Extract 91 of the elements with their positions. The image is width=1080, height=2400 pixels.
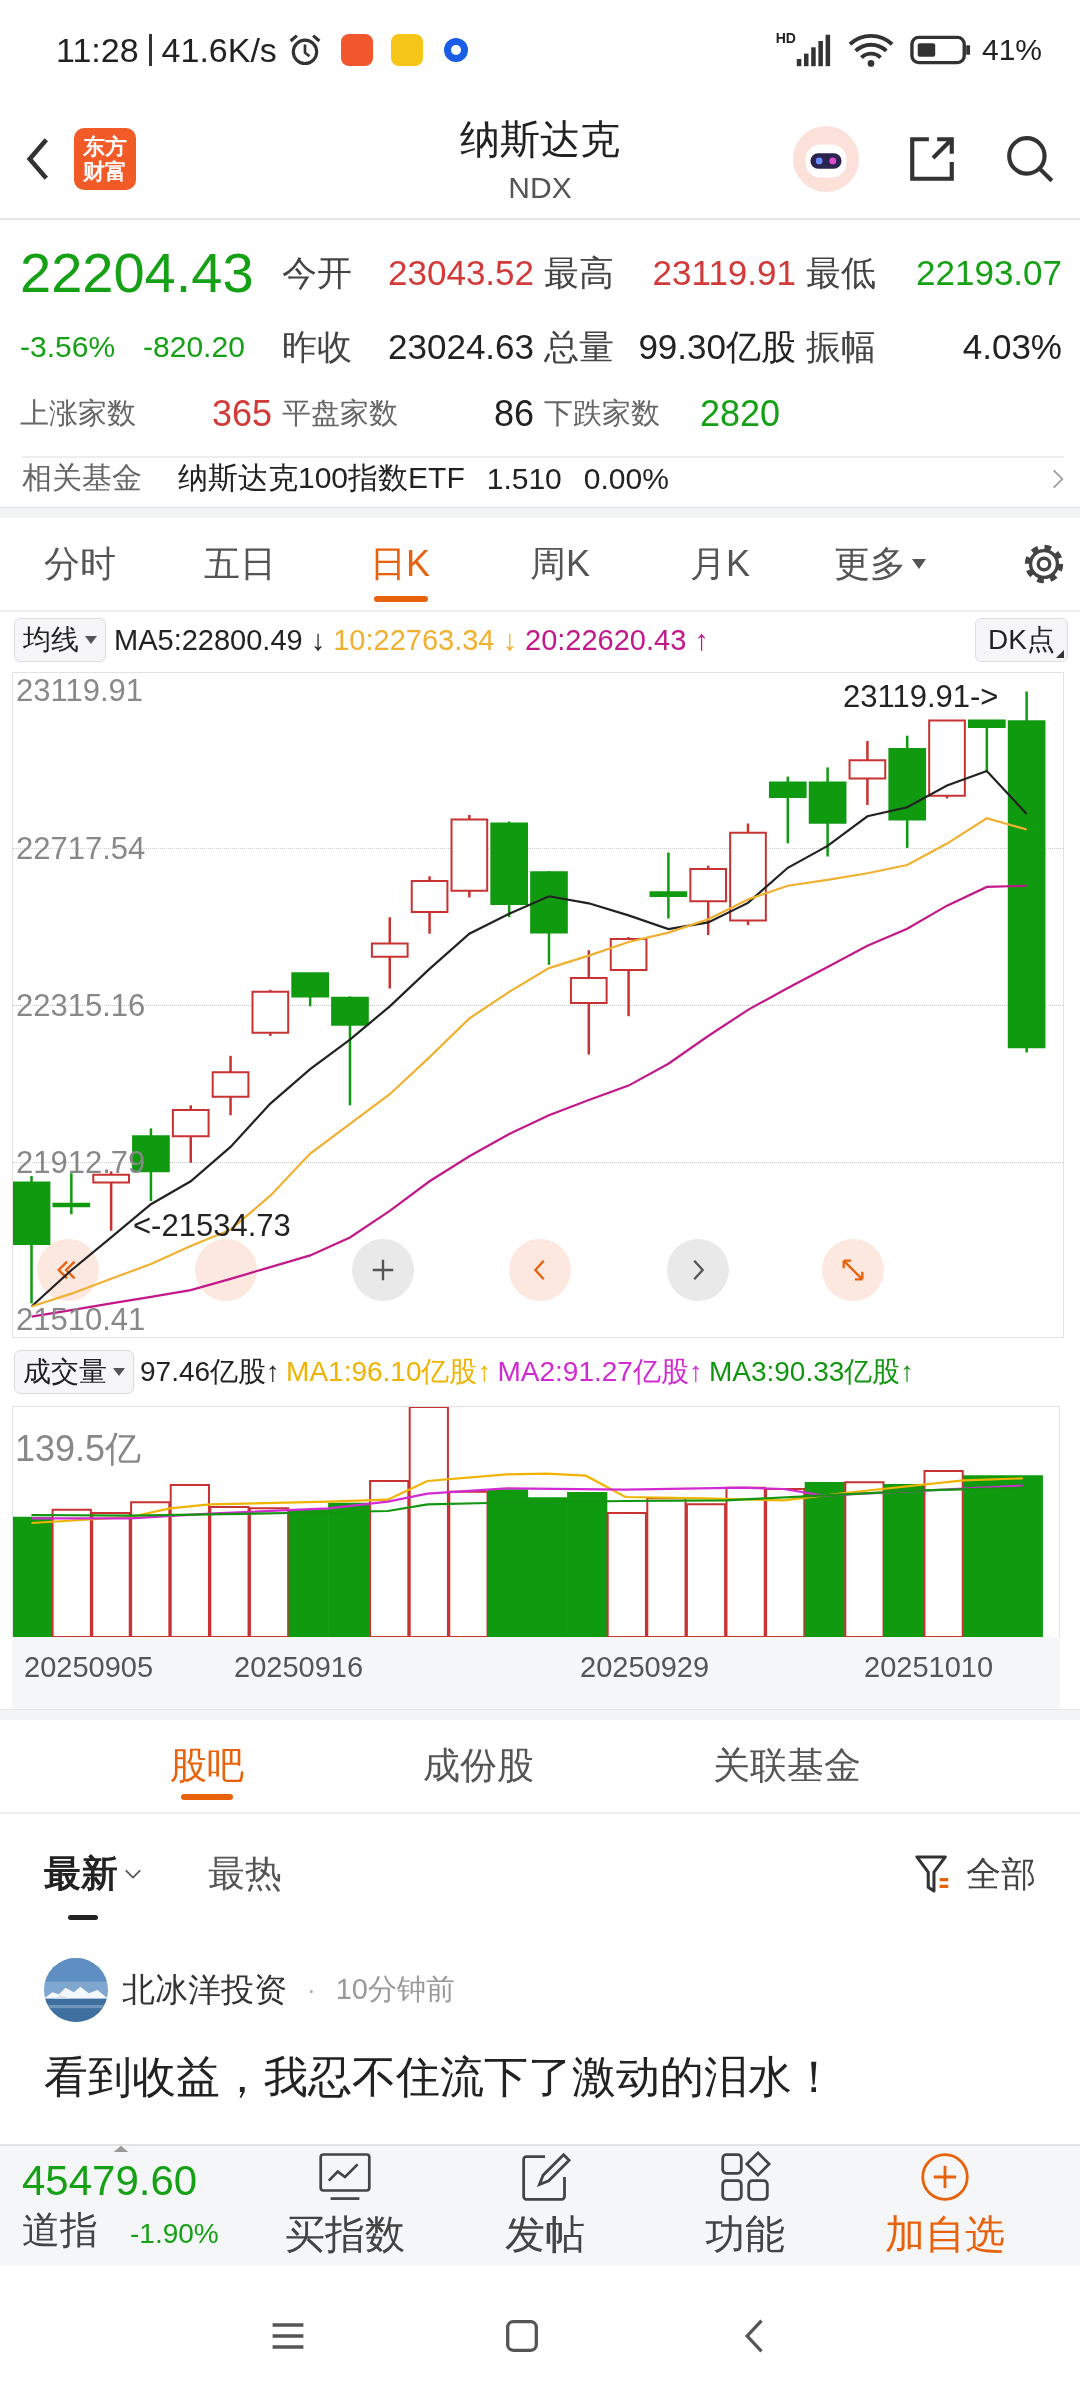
breadth-label: 下跌家数: [544, 396, 660, 431]
date-label: 20250905: [24, 1651, 154, 1684]
volume-value: MA2:91.27亿股↑: [497, 1355, 703, 1389]
status-time: 11:28: [56, 30, 139, 70]
page-title: 纳斯达克: [460, 116, 620, 163]
candlestick: [92, 1171, 130, 1231]
separator-dot: ·: [307, 1974, 316, 2006]
breadth-label: 平盘家数: [282, 396, 398, 431]
chart-tab[interactable]: 周K: [480, 518, 640, 610]
change-amount: -820.20: [143, 330, 245, 364]
candlestick: [370, 917, 409, 989]
breadth-value: 2820: [700, 393, 781, 435]
rewind-button[interactable]: [37, 1239, 99, 1301]
candlestick: [649, 852, 688, 919]
stat-label: 昨收: [282, 325, 352, 368]
date-label: 20250929: [580, 1651, 710, 1684]
stat-value: 23119.91: [652, 253, 796, 293]
action-button[interactable]: 买指数: [245, 2146, 445, 2266]
chart-tab[interactable]: 更多: [800, 518, 960, 610]
battery-level: 41%: [981, 33, 1042, 67]
divider-bar: [148, 34, 152, 66]
index-price: 22204.43: [20, 240, 255, 306]
stat-value: 22193.07: [916, 253, 1062, 293]
caret-icon[interactable]: [112, 2144, 130, 2153]
change-percent: -3.56%: [20, 330, 116, 364]
candlestick: [291, 972, 329, 1007]
index-name: 道指: [22, 2207, 98, 2253]
ma-value: 10:22763.34 ↓: [333, 623, 518, 657]
chart-tab[interactable]: 五日: [160, 518, 320, 610]
section-tab[interactable]: 关联基金: [712, 1720, 861, 1812]
stat-label: 最低: [806, 251, 876, 294]
breadth-value: 86: [493, 393, 534, 435]
indicator-selector[interactable]: 成交量: [14, 1350, 134, 1394]
search-icon[interactable]: [1004, 133, 1056, 185]
axis-label: 23119.91: [16, 675, 143, 707]
battery-icon: [909, 34, 972, 66]
fund-label: 相关基金: [22, 460, 142, 496]
robot-avatar-icon[interactable]: [792, 125, 860, 193]
axis-label: 139.5亿: [15, 1427, 142, 1471]
index-change: -1.90%: [130, 2217, 219, 2250]
action-button[interactable]: 功能: [645, 2146, 845, 2266]
candlestick: [171, 1105, 210, 1163]
date-label: 20251010: [864, 1651, 994, 1684]
chart-monitor-icon: [318, 2150, 372, 2203]
section-tab[interactable]: 成份股: [422, 1720, 534, 1812]
stat-value: 99.30亿股: [638, 325, 796, 368]
chart-tab[interactable]: 分时: [0, 518, 160, 610]
action-button[interactable]: 发帖: [445, 2146, 645, 2266]
indicator-selector[interactable]: 均线: [14, 618, 106, 662]
candlestick: [251, 989, 290, 1036]
app-logo: 东方 财富: [74, 128, 136, 190]
fund-name[interactable]: 纳斯达克100指数ETF: [178, 458, 465, 499]
breadth-value: 365: [211, 393, 272, 435]
high-marker: 23119.91->: [843, 679, 999, 715]
filter-button[interactable]: 全部: [966, 1850, 1036, 1898]
breadth-label: 上涨家数: [20, 396, 136, 431]
axis-label: 21510.41: [16, 1303, 146, 1335]
network-type: HD: [775, 30, 796, 46]
volume-value: 97.46亿股↑: [140, 1355, 281, 1389]
app-icon: [340, 34, 373, 66]
axis-label: 22717.54: [16, 832, 146, 864]
wifi-icon: [847, 32, 894, 68]
stat-value: 23024.63: [388, 327, 534, 367]
stat-value: 23043.52: [388, 253, 534, 293]
stat-label: 总量: [544, 325, 614, 368]
stat-label: 最高: [544, 251, 614, 294]
page-subtitle: NDX: [508, 171, 572, 205]
ma-value: 20:22620.43 ↑: [525, 623, 709, 657]
network-speed: 41.6K/s: [161, 30, 277, 70]
ma-value: MA5:22800.49 ↓: [114, 623, 326, 657]
app-icon: [390, 34, 423, 66]
sort-tab[interactable]: 最新: [44, 1826, 142, 1922]
candlestick: [211, 1055, 250, 1116]
stat-label: 振幅: [806, 325, 876, 368]
chart-tab[interactable]: 月K: [640, 518, 800, 610]
sort-tab[interactable]: 最热: [208, 1826, 282, 1922]
post-text[interactable]: 看到收益，我忍不住流下了激动的泪水！: [44, 2036, 1036, 2118]
fund-change: 0.00%: [583, 461, 669, 496]
plus-circle-icon: [918, 2150, 972, 2203]
volume-value: MA1:96.10亿股↑: [286, 1355, 492, 1389]
chevron-icon[interactable]: [1052, 467, 1064, 490]
stat-label: 今开: [282, 251, 352, 294]
post-time: 10分钟前: [335, 1972, 455, 2007]
fund-price: 1.510: [486, 461, 562, 496]
author-name[interactable]: 北冰洋投资: [122, 1967, 287, 2013]
grid-icon: [718, 2150, 772, 2203]
axis-label: 22315.16: [16, 989, 146, 1021]
date-label: 20250916: [234, 1651, 364, 1684]
stat-value: 4.03%: [962, 327, 1062, 367]
dk-button[interactable]: DK点: [975, 618, 1068, 662]
volume-value: MA3:90.33亿股↑: [708, 1355, 915, 1389]
